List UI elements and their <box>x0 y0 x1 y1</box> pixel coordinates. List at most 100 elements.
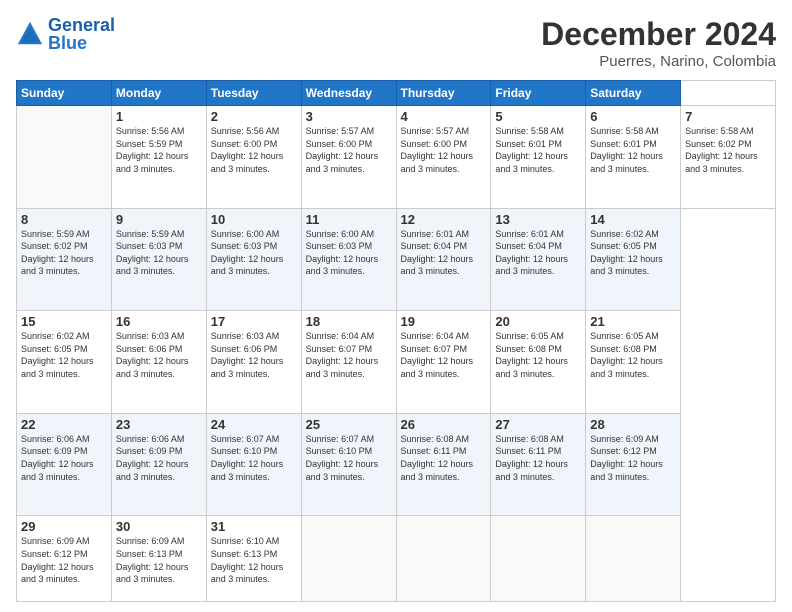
table-row: 10Sunrise: 6:00 AMSunset: 6:03 PMDayligh… <box>206 208 301 311</box>
day-info: Sunrise: 6:06 AMSunset: 6:09 PMDaylight:… <box>21 433 107 483</box>
logo-general: General <box>48 15 115 35</box>
day-info: Sunrise: 6:02 AMSunset: 6:05 PMDaylight:… <box>21 330 107 380</box>
table-row: 5Sunrise: 5:58 AMSunset: 6:01 PMDaylight… <box>491 106 586 209</box>
table-row: 23Sunrise: 6:06 AMSunset: 6:09 PMDayligh… <box>111 413 206 516</box>
day-number: 1 <box>116 109 202 124</box>
day-info: Sunrise: 6:07 AMSunset: 6:10 PMDaylight:… <box>306 433 392 483</box>
table-row: 22Sunrise: 6:06 AMSunset: 6:09 PMDayligh… <box>17 413 112 516</box>
table-row: 24Sunrise: 6:07 AMSunset: 6:10 PMDayligh… <box>206 413 301 516</box>
day-number: 27 <box>495 417 581 432</box>
day-number: 2 <box>211 109 297 124</box>
table-row: 11Sunrise: 6:00 AMSunset: 6:03 PMDayligh… <box>301 208 396 311</box>
table-row <box>301 516 396 602</box>
table-row: 20Sunrise: 6:05 AMSunset: 6:08 PMDayligh… <box>491 311 586 414</box>
day-info: Sunrise: 5:59 AMSunset: 6:02 PMDaylight:… <box>21 228 107 278</box>
day-info: Sunrise: 5:56 AMSunset: 6:00 PMDaylight:… <box>211 125 297 175</box>
table-row: 4Sunrise: 5:57 AMSunset: 6:00 PMDaylight… <box>396 106 491 209</box>
day-number: 16 <box>116 314 202 329</box>
table-row: 7Sunrise: 5:58 AMSunset: 6:02 PMDaylight… <box>681 106 776 209</box>
table-row <box>586 516 681 602</box>
logo-text: General Blue <box>48 16 115 52</box>
day-info: Sunrise: 6:08 AMSunset: 6:11 PMDaylight:… <box>401 433 487 483</box>
day-info: Sunrise: 6:03 AMSunset: 6:06 PMDaylight:… <box>116 330 202 380</box>
table-row: 30Sunrise: 6:09 AMSunset: 6:13 PMDayligh… <box>111 516 206 602</box>
table-row: 13Sunrise: 6:01 AMSunset: 6:04 PMDayligh… <box>491 208 586 311</box>
weekday-header-friday: Friday <box>491 81 586 106</box>
day-number: 18 <box>306 314 392 329</box>
table-row: 17Sunrise: 6:03 AMSunset: 6:06 PMDayligh… <box>206 311 301 414</box>
day-info: Sunrise: 6:02 AMSunset: 6:05 PMDaylight:… <box>590 228 676 278</box>
day-number: 30 <box>116 519 202 534</box>
title-block: December 2024 Puerres, Narino, Colombia <box>541 16 776 70</box>
weekday-header-saturday: Saturday <box>586 81 681 106</box>
table-row: 25Sunrise: 6:07 AMSunset: 6:10 PMDayligh… <box>301 413 396 516</box>
day-info: Sunrise: 5:57 AMSunset: 6:00 PMDaylight:… <box>401 125 487 175</box>
day-info: Sunrise: 6:05 AMSunset: 6:08 PMDaylight:… <box>495 330 581 380</box>
table-row: 3Sunrise: 5:57 AMSunset: 6:00 PMDaylight… <box>301 106 396 209</box>
table-row: 8Sunrise: 5:59 AMSunset: 6:02 PMDaylight… <box>17 208 112 311</box>
day-info: Sunrise: 6:00 AMSunset: 6:03 PMDaylight:… <box>211 228 297 278</box>
day-info: Sunrise: 6:07 AMSunset: 6:10 PMDaylight:… <box>211 433 297 483</box>
table-row: 26Sunrise: 6:08 AMSunset: 6:11 PMDayligh… <box>396 413 491 516</box>
empty-cell <box>17 106 112 209</box>
day-number: 9 <box>116 212 202 227</box>
table-row: 14Sunrise: 6:02 AMSunset: 6:05 PMDayligh… <box>586 208 681 311</box>
table-row: 12Sunrise: 6:01 AMSunset: 6:04 PMDayligh… <box>396 208 491 311</box>
page-subtitle: Puerres, Narino, Colombia <box>541 53 776 70</box>
weekday-header-tuesday: Tuesday <box>206 81 301 106</box>
weekday-header-sunday: Sunday <box>17 81 112 106</box>
day-number: 11 <box>306 212 392 227</box>
day-number: 10 <box>211 212 297 227</box>
day-info: Sunrise: 6:09 AMSunset: 6:12 PMDaylight:… <box>21 535 107 585</box>
logo: General Blue <box>16 16 115 52</box>
day-info: Sunrise: 6:03 AMSunset: 6:06 PMDaylight:… <box>211 330 297 380</box>
table-row: 19Sunrise: 6:04 AMSunset: 6:07 PMDayligh… <box>396 311 491 414</box>
day-number: 24 <box>211 417 297 432</box>
day-number: 31 <box>211 519 297 534</box>
day-number: 14 <box>590 212 676 227</box>
day-number: 15 <box>21 314 107 329</box>
day-number: 13 <box>495 212 581 227</box>
day-number: 5 <box>495 109 581 124</box>
day-info: Sunrise: 6:01 AMSunset: 6:04 PMDaylight:… <box>495 228 581 278</box>
day-info: Sunrise: 6:10 AMSunset: 6:13 PMDaylight:… <box>211 535 297 585</box>
day-number: 19 <box>401 314 487 329</box>
table-row: 15Sunrise: 6:02 AMSunset: 6:05 PMDayligh… <box>17 311 112 414</box>
table-row: 16Sunrise: 6:03 AMSunset: 6:06 PMDayligh… <box>111 311 206 414</box>
table-row: 2Sunrise: 5:56 AMSunset: 6:00 PMDaylight… <box>206 106 301 209</box>
day-info: Sunrise: 6:01 AMSunset: 6:04 PMDaylight:… <box>401 228 487 278</box>
day-number: 6 <box>590 109 676 124</box>
day-number: 22 <box>21 417 107 432</box>
table-row: 1Sunrise: 5:56 AMSunset: 5:59 PMDaylight… <box>111 106 206 209</box>
day-number: 17 <box>211 314 297 329</box>
table-row <box>396 516 491 602</box>
calendar-table: SundayMondayTuesdayWednesdayThursdayFrid… <box>16 80 776 602</box>
day-number: 28 <box>590 417 676 432</box>
day-number: 7 <box>685 109 771 124</box>
day-number: 23 <box>116 417 202 432</box>
day-info: Sunrise: 5:59 AMSunset: 6:03 PMDaylight:… <box>116 228 202 278</box>
day-info: Sunrise: 5:56 AMSunset: 5:59 PMDaylight:… <box>116 125 202 175</box>
day-info: Sunrise: 6:05 AMSunset: 6:08 PMDaylight:… <box>590 330 676 380</box>
table-row: 9Sunrise: 5:59 AMSunset: 6:03 PMDaylight… <box>111 208 206 311</box>
day-number: 26 <box>401 417 487 432</box>
day-info: Sunrise: 6:04 AMSunset: 6:07 PMDaylight:… <box>306 330 392 380</box>
logo-icon <box>16 20 44 48</box>
day-number: 3 <box>306 109 392 124</box>
day-info: Sunrise: 5:57 AMSunset: 6:00 PMDaylight:… <box>306 125 392 175</box>
table-row <box>491 516 586 602</box>
page: General Blue December 2024 Puerres, Nari… <box>0 0 792 612</box>
header: General Blue December 2024 Puerres, Nari… <box>16 16 776 70</box>
day-number: 8 <box>21 212 107 227</box>
day-number: 29 <box>21 519 107 534</box>
table-row: 29Sunrise: 6:09 AMSunset: 6:12 PMDayligh… <box>17 516 112 602</box>
day-info: Sunrise: 5:58 AMSunset: 6:02 PMDaylight:… <box>685 125 771 175</box>
day-number: 20 <box>495 314 581 329</box>
day-info: Sunrise: 6:00 AMSunset: 6:03 PMDaylight:… <box>306 228 392 278</box>
page-title: December 2024 <box>541 16 776 53</box>
weekday-header-thursday: Thursday <box>396 81 491 106</box>
table-row: 18Sunrise: 6:04 AMSunset: 6:07 PMDayligh… <box>301 311 396 414</box>
weekday-header-monday: Monday <box>111 81 206 106</box>
day-info: Sunrise: 6:04 AMSunset: 6:07 PMDaylight:… <box>401 330 487 380</box>
day-info: Sunrise: 5:58 AMSunset: 6:01 PMDaylight:… <box>590 125 676 175</box>
